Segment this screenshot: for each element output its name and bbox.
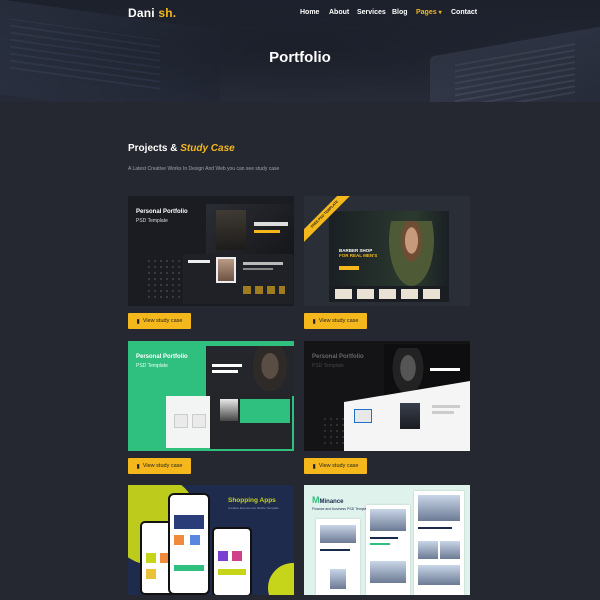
template-preview xyxy=(344,381,470,451)
nav-home[interactable]: Home xyxy=(300,9,319,16)
phone-mockup xyxy=(168,493,210,595)
portfolio-card-personal-green[interactable]: Personal Portfolio PSD Template xyxy=(128,341,294,451)
bookmark-icon: ▮ xyxy=(312,318,316,325)
nav-about[interactable]: About xyxy=(329,9,349,16)
template-preview xyxy=(206,346,294,396)
card-subtitle: Creative Ecommerce Mobile Template xyxy=(228,506,279,510)
card-subtitle: PSD Template xyxy=(312,363,344,369)
bookmark-icon: ▮ xyxy=(136,463,140,470)
card-title: Personal Portfolio xyxy=(136,354,188,360)
template-preview xyxy=(183,254,293,304)
barber-photo xyxy=(389,221,434,286)
chevron-down-icon: ▾ xyxy=(438,10,442,16)
card-subtitle: PSD Template xyxy=(136,363,168,369)
nav-contact[interactable]: Contact xyxy=(451,9,477,16)
template-preview xyxy=(210,391,292,449)
portfolio-card-personal-mono[interactable]: Personal Portfolio PSD Template xyxy=(304,341,470,451)
view-study-case-button[interactable]: ▮ View study case xyxy=(128,458,191,474)
nav-pages[interactable]: Pages ▾ xyxy=(416,9,442,16)
card-title: Shopping Apps xyxy=(228,497,276,504)
nav-blog[interactable]: Blog xyxy=(392,9,408,16)
portfolio-card-minance[interactable]: MMinance Finance and business PSD Templa… xyxy=(304,485,470,595)
view-study-case-button[interactable]: ▮ View study case xyxy=(304,313,367,329)
section-title: Projects & Study Case xyxy=(128,143,235,154)
card-title: Personal Portfolio xyxy=(312,354,364,360)
template-preview xyxy=(366,505,410,595)
view-study-case-button[interactable]: ▮ View study case xyxy=(304,458,367,474)
site-logo[interactable]: Dani sh. xyxy=(128,6,176,20)
template-preview xyxy=(316,519,360,595)
template-preview xyxy=(206,204,294,256)
portfolio-card-personal-dark[interactable]: Personal Portfolio PSD Template xyxy=(128,196,294,306)
card-subtitle: PSD Template xyxy=(136,218,168,224)
nav-services[interactable]: Services xyxy=(357,9,386,16)
template-preview xyxy=(414,491,464,595)
page-title: Portfolio xyxy=(269,49,331,66)
minance-logo: MMinance xyxy=(312,495,344,505)
view-study-case-button[interactable]: ▮ View study case xyxy=(128,313,191,329)
phone-mockup xyxy=(212,527,252,595)
bookmark-icon: ▮ xyxy=(312,463,316,470)
template-preview: BARBER SHOP FOR REAL MEN'S xyxy=(329,211,449,302)
section-subtitle: A Latest Creative Works In Design And We… xyxy=(128,166,280,172)
bookmark-icon: ▮ xyxy=(136,318,140,325)
portfolio-card-barber[interactable]: BARBER SHOP FOR REAL MEN'S FREE PSD TEMPL… xyxy=(304,196,470,306)
portfolio-card-shopping-apps[interactable]: Shopping Apps Creative Ecommerce Mobile … xyxy=(128,485,294,595)
card-title: Personal Portfolio xyxy=(136,209,188,215)
card-subtitle: Finance and business PSD Template xyxy=(312,507,370,511)
